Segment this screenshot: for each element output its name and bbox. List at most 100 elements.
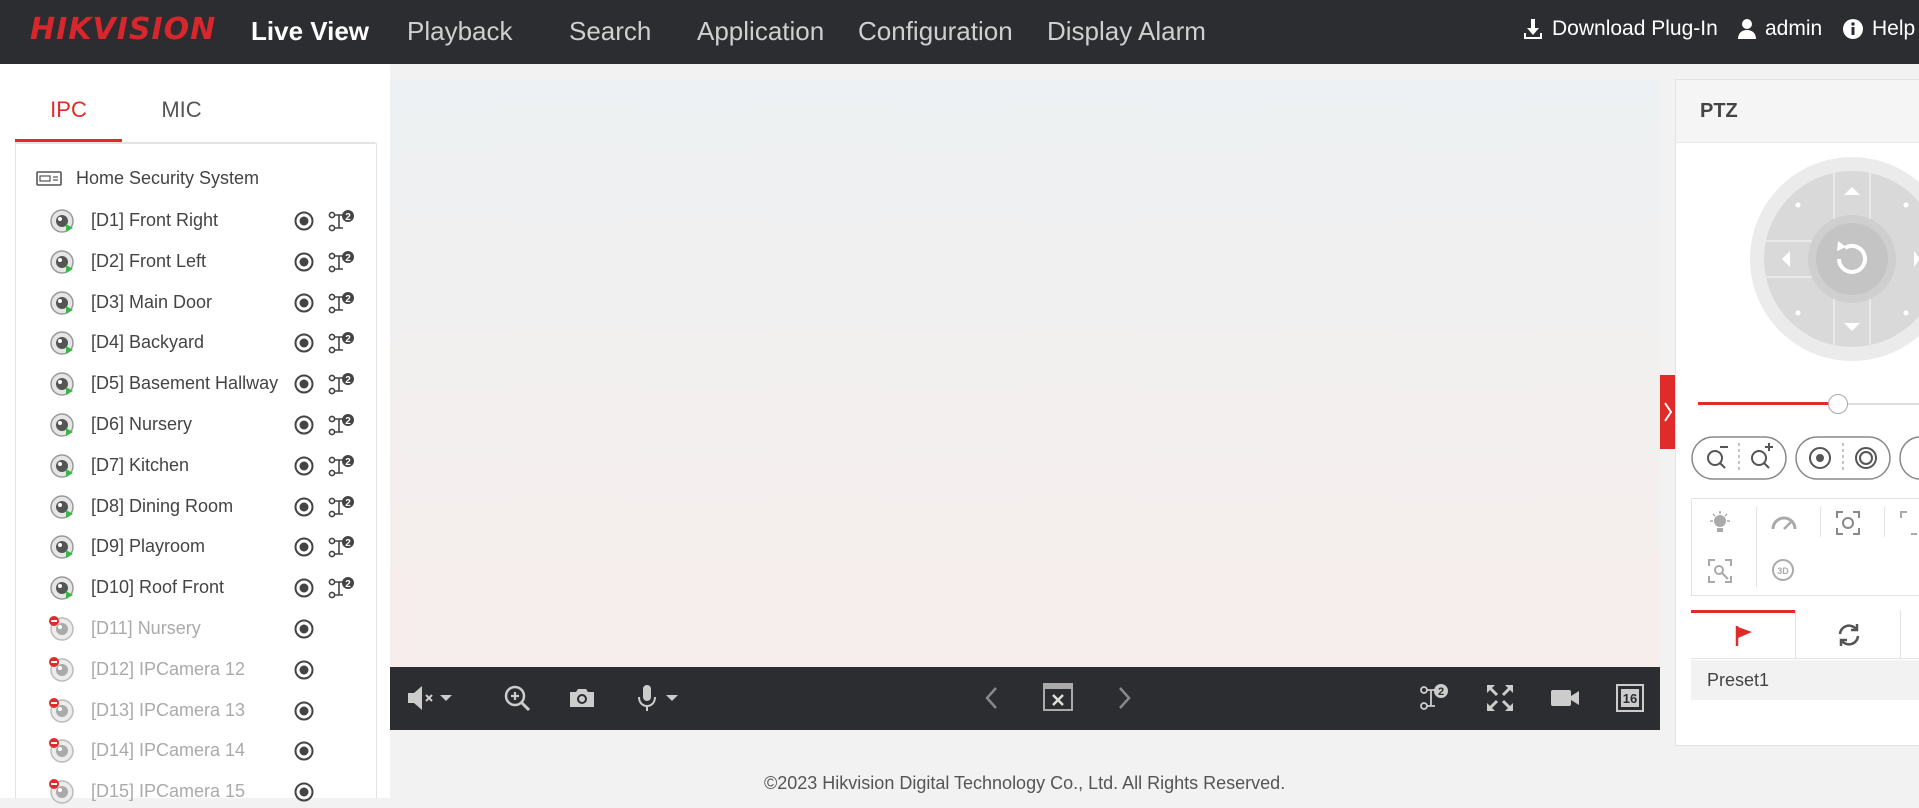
record-icon[interactable] <box>294 333 314 353</box>
record-icon[interactable] <box>294 741 314 761</box>
stream-icon[interactable]: 2 <box>327 495 355 519</box>
nav-playback[interactable]: Playback <box>407 0 513 64</box>
wiper-icon[interactable] <box>1770 509 1798 537</box>
download-plugin-label: Download Plug-In <box>1552 17 1718 40</box>
stream-icon[interactable]: 2 <box>327 250 355 274</box>
stream-icon[interactable]: 2 <box>327 209 355 233</box>
slider-knob[interactable] <box>1827 394 1848 414</box>
record-icon[interactable] <box>294 578 314 598</box>
camera-row[interactable]: [D6] Nursery 2 <box>49 409 369 441</box>
tab-ipc[interactable]: IPC <box>15 84 122 142</box>
ptz-speed-slider[interactable] <box>1698 392 1919 416</box>
camera-row[interactable]: [D9] Playroom 2 <box>49 531 369 563</box>
camera-row[interactable]: [D1] Front Right 2 <box>49 205 369 237</box>
camera-row[interactable]: [D7] Kitchen 2 <box>49 450 369 482</box>
digital-zoom-icon[interactable] <box>500 681 534 715</box>
mute-icon[interactable] <box>404 681 458 715</box>
zoom-out-icon[interactable] <box>1707 446 1728 469</box>
iris-open-icon[interactable] <box>1855 447 1877 469</box>
record-icon[interactable] <box>294 211 314 231</box>
record-video-icon[interactable] <box>1548 681 1582 715</box>
zoom-in-icon[interactable] <box>1751 443 1773 469</box>
microphone-icon[interactable] <box>630 681 684 715</box>
nav-live-view[interactable]: Live View <box>251 0 369 64</box>
camera-row[interactable]: [D14] IPCamera 14 <box>49 735 369 767</box>
record-icon[interactable] <box>294 701 314 721</box>
camera-icon <box>50 535 74 560</box>
snapshot-icon[interactable] <box>565 681 599 715</box>
nav-search[interactable]: Search <box>569 0 651 64</box>
ptz-panel-toggle[interactable] <box>1660 375 1676 449</box>
stream-icon[interactable]: 2 <box>327 454 355 478</box>
stream-icon[interactable]: 2 <box>327 331 355 355</box>
record-icon[interactable] <box>294 252 314 272</box>
window-layout-icon[interactable]: 16 <box>1613 681 1647 715</box>
record-icon[interactable] <box>294 537 314 557</box>
nav-application[interactable]: Application <box>697 0 824 64</box>
copyright-footer: ©2023 Hikvision Digital Technology Co., … <box>764 773 1286 793</box>
camera-row[interactable]: [D5] Basement Hallway 2 <box>49 368 369 400</box>
record-icon[interactable] <box>294 456 314 476</box>
camera-label: [D8] Dining Room <box>91 495 234 516</box>
nav-display-alarm[interactable]: Display Alarm <box>1047 0 1206 64</box>
camera-label: [D15] IPCamera 15 <box>91 781 246 802</box>
iris-close-icon[interactable] <box>1809 447 1831 469</box>
tab-patrol[interactable] <box>1796 610 1900 658</box>
previous-page-icon[interactable] <box>975 681 1009 715</box>
stream-badge: 2 <box>345 416 351 427</box>
camera-label: [D11] Nursery <box>91 618 201 638</box>
camera-row[interactable]: [D4] Backyard 2 <box>49 327 369 359</box>
stream-badge: 2 <box>345 212 351 223</box>
ptz-direction-pad[interactable] <box>1746 155 1919 363</box>
close-all-windows-icon[interactable] <box>1041 681 1075 715</box>
camera-row[interactable]: [D3] Main Door 2 <box>49 287 369 319</box>
ptz-panel: PTZ 3D Preset1 <box>1675 79 1919 746</box>
stream-icon[interactable]: 2 <box>327 576 355 600</box>
download-plugin-link[interactable]: Download Plug-In <box>1522 0 1718 58</box>
camera-row[interactable]: [D12] IPCamera 12 <box>49 654 369 686</box>
record-icon[interactable] <box>294 782 314 802</box>
camera-icon <box>50 494 74 519</box>
camera-row[interactable]: [D15] IPCamera 15 <box>49 776 369 808</box>
camera-row[interactable]: [D11] Nursery <box>49 613 369 645</box>
stream-badge: 2 <box>345 579 351 590</box>
video-display[interactable] <box>390 79 1660 667</box>
flag-icon <box>1735 626 1752 646</box>
stream-icon[interactable]: 2 <box>327 413 355 437</box>
stream-icon[interactable]: 2 <box>327 535 355 559</box>
record-icon[interactable] <box>294 497 314 517</box>
top-bar: HIKVISION Live View Playback Search Appl… <box>0 0 1919 64</box>
tab-preset[interactable] <box>1691 610 1795 658</box>
focus-control[interactable] <box>1899 436 1919 480</box>
tree-root[interactable]: Home Security System <box>36 165 259 191</box>
manual-tracking-icon[interactable] <box>1706 557 1734 585</box>
record-icon[interactable] <box>294 660 314 680</box>
user-menu[interactable]: admin <box>1737 0 1822 58</box>
camera-row[interactable]: [D10] Roof Front 2 <box>49 572 369 604</box>
stream-badge: 2 <box>345 334 351 345</box>
auto-focus-icon[interactable] <box>1834 509 1862 537</box>
3d-zoom-icon[interactable]: 3D <box>1770 557 1798 585</box>
camera-label: [D4] Backyard <box>91 332 205 353</box>
light-icon[interactable] <box>1706 509 1734 537</box>
lens-init-icon[interactable] <box>1898 509 1919 537</box>
camera-label: [D3] Main Door <box>91 291 213 312</box>
stream-badge: 2 <box>345 375 351 386</box>
nav-configuration[interactable]: Configuration <box>858 0 1013 64</box>
stream-type-icon[interactable]: 2 <box>1417 681 1451 715</box>
tab-mic[interactable]: MIC <box>128 84 235 142</box>
record-icon[interactable] <box>294 619 314 639</box>
preset-list-item[interactable]: Preset1 <box>1691 660 1919 700</box>
camera-row[interactable]: [D2] Front Left 2 <box>49 246 369 278</box>
record-icon[interactable] <box>294 374 314 394</box>
record-icon[interactable] <box>294 293 314 313</box>
camera-icon <box>49 616 74 641</box>
record-icon[interactable] <box>294 415 314 435</box>
stream-icon[interactable]: 2 <box>327 291 355 315</box>
next-page-icon[interactable] <box>1107 681 1141 715</box>
help-link[interactable]: Help <box>1842 0 1915 58</box>
fullscreen-icon[interactable] <box>1483 681 1517 715</box>
stream-icon[interactable]: 2 <box>327 372 355 396</box>
camera-row[interactable]: [D8] Dining Room 2 <box>49 491 369 523</box>
camera-row[interactable]: [D13] IPCamera 13 <box>49 695 369 727</box>
